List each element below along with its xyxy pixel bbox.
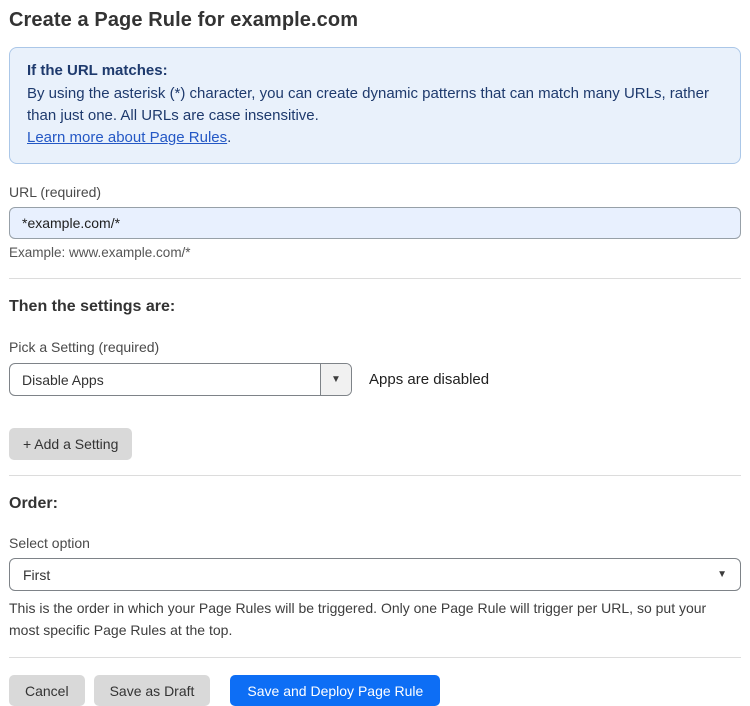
divider bbox=[9, 657, 741, 658]
setting-description: Apps are disabled bbox=[369, 371, 490, 388]
pick-setting-label: Pick a Setting (required) bbox=[9, 339, 160, 355]
save-and-deploy-button[interactable]: Save and Deploy Page Rule bbox=[230, 675, 441, 706]
order-section-heading: Order: bbox=[9, 495, 58, 512]
add-setting-button[interactable]: + Add a Setting bbox=[9, 428, 133, 460]
info-box-heading: If the URL matches: bbox=[27, 62, 168, 79]
chevron-down-icon: ▼ bbox=[331, 373, 341, 385]
footer-actions: Cancel Save as Draft Save and Deploy Pag… bbox=[9, 675, 741, 706]
setting-row: Disable Apps ▼ Apps are disabled bbox=[9, 363, 741, 396]
page-title: Create a Page Rule for example.com bbox=[9, 9, 359, 31]
cancel-button[interactable]: Cancel bbox=[9, 675, 85, 706]
link-suffix: . bbox=[227, 129, 232, 146]
setting-dropdown-arrow-button[interactable]: ▼ bbox=[320, 364, 351, 395]
setting-dropdown[interactable]: Disable Apps ▼ bbox=[9, 363, 352, 396]
chevron-down-icon: ▼ bbox=[717, 568, 727, 580]
url-input[interactable] bbox=[9, 207, 741, 239]
divider bbox=[9, 278, 741, 279]
select-option-label: Select option bbox=[9, 535, 90, 551]
info-box-body: By using the asterisk (*) character, you… bbox=[27, 85, 709, 124]
order-select[interactable]: First ▼ bbox=[9, 558, 741, 591]
divider bbox=[9, 475, 741, 476]
page-rule-form: Create a Page Rule for example.com If th… bbox=[0, 0, 750, 706]
info-box-link-line: Learn more about Page Rules. bbox=[27, 127, 723, 149]
url-match-info-box: If the URL matches: By using the asteris… bbox=[9, 47, 741, 164]
settings-section-heading: Then the settings are: bbox=[9, 298, 176, 315]
order-description: This is the order in which your Page Rul… bbox=[9, 600, 707, 638]
url-field-label: URL (required) bbox=[9, 184, 102, 200]
setting-dropdown-value: Disable Apps bbox=[22, 371, 104, 388]
learn-more-link[interactable]: Learn more about Page Rules bbox=[27, 129, 227, 146]
order-select-value: First bbox=[23, 566, 51, 583]
save-as-draft-button[interactable]: Save as Draft bbox=[93, 675, 211, 706]
url-example-text: Example: www.example.com/* bbox=[9, 245, 191, 260]
